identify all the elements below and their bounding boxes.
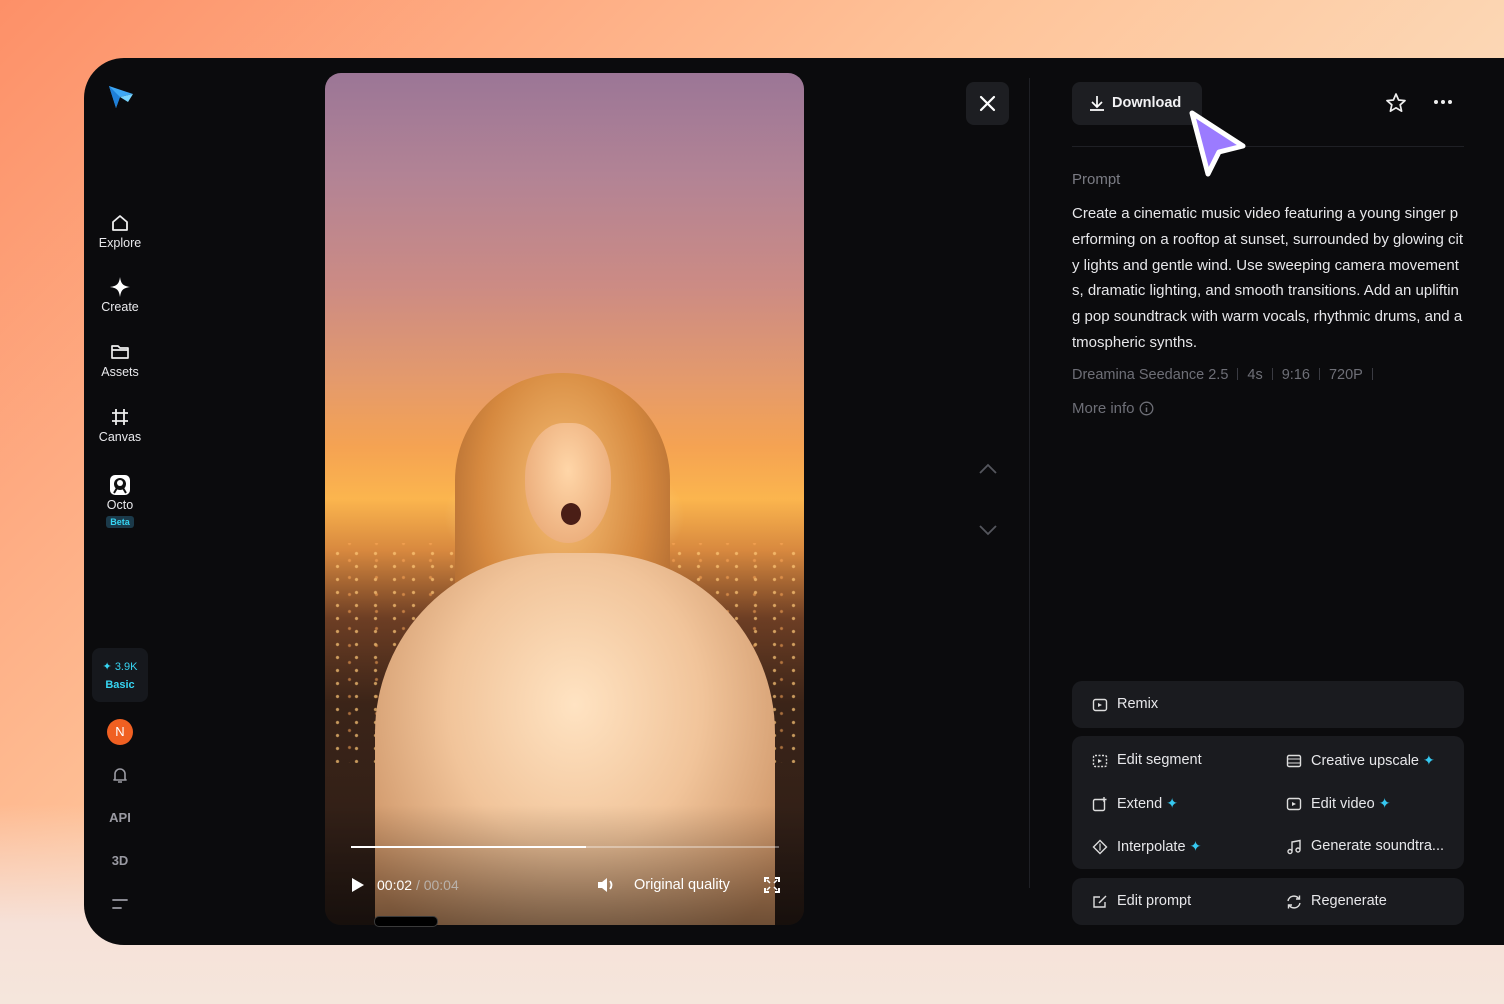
sidebar-item-label: Explore	[98, 236, 142, 250]
credits-badge[interactable]: ✦ 3.9K Basic	[92, 648, 148, 702]
premium-sparkle-icon: ✦	[1189, 838, 1202, 854]
bell-icon[interactable]	[110, 765, 130, 785]
video-controls: 00:02 / 00:04 Original quality	[325, 873, 804, 897]
avatar[interactable]: N	[107, 719, 133, 745]
next-chevron-down-icon[interactable]	[978, 524, 998, 536]
beta-badge: Beta	[106, 516, 134, 528]
sidebar-item-octo[interactable]: Octo Beta	[84, 474, 156, 530]
prompt-label: Prompt	[1072, 171, 1121, 188]
previous-chevron-up-icon[interactable]	[978, 463, 998, 475]
close-button[interactable]	[966, 82, 1009, 125]
star-icon[interactable]	[1385, 92, 1407, 114]
video-progress-bar[interactable]	[351, 846, 779, 848]
remix-label: Remix	[1117, 696, 1159, 712]
edit-prompt-label: Edit prompt	[1117, 893, 1192, 909]
header-divider	[1072, 146, 1464, 147]
sidebar-item-canvas[interactable]: Canvas	[84, 406, 156, 444]
generate-soundtrack-label: Generate soundtra...	[1311, 838, 1444, 854]
resolution: 720P	[1328, 367, 1363, 383]
edit-video-label: Edit video ✦	[1311, 795, 1391, 812]
sidebar-item-explore[interactable]: Explore	[84, 212, 156, 250]
panel-divider	[1029, 78, 1030, 888]
duration: 4s	[1247, 367, 1263, 383]
extend-icon	[1092, 797, 1107, 812]
details-panel: Download Prompt Create a cinematic music…	[1072, 58, 1464, 945]
model-name: Dreamina Seedance 2.5	[1072, 367, 1229, 383]
interpolate-label: Interpolate ✦	[1117, 838, 1202, 855]
edit-video-icon	[1286, 797, 1302, 811]
plan-label: Basic	[105, 679, 135, 691]
premium-sparkle-icon: ✦	[1166, 795, 1178, 811]
edit-segment-icon	[1092, 754, 1108, 768]
video-frame-face	[525, 423, 611, 543]
info-icon	[1139, 401, 1153, 416]
extend-label: Extend ✦	[1117, 795, 1178, 812]
canvas-grid-icon	[112, 409, 128, 425]
sidebar-item-create[interactable]: Create	[84, 276, 156, 314]
download-icon	[1090, 96, 1104, 111]
premium-sparkle-icon: ✦	[1423, 752, 1435, 768]
video-frame-mouth	[561, 503, 581, 525]
video-controls-shade	[325, 805, 804, 925]
credits-amount: ✦ 3.9K	[102, 661, 138, 673]
home-icon	[112, 215, 128, 231]
video-progress-fill	[351, 846, 587, 848]
sidebar: Explore Create Assets Canvas Octo Beta ✦…	[84, 58, 156, 945]
upscale-hd-icon	[1286, 754, 1302, 768]
prompt-text: Create a cinematic music video featuring…	[1072, 205, 1464, 351]
remix-card: Remix	[1072, 681, 1464, 728]
sidebar-item-label: Assets	[101, 365, 139, 379]
sidebar-item-label: Canvas	[98, 430, 142, 444]
sidebar-item-label: Octo	[106, 498, 134, 512]
video-player[interactable]: 00:02 / 00:04 Original quality	[325, 73, 804, 925]
play-icon[interactable]	[351, 878, 365, 892]
folder-icon	[111, 345, 129, 359]
premium-sparkle-icon: ✦	[1378, 795, 1391, 811]
more-info-label: More info	[1072, 400, 1135, 417]
generation-meta: Dreamina Seedance 2.5 4s 9:16 720P	[1072, 367, 1382, 383]
3d-button[interactable]: 3D	[84, 853, 156, 868]
app-logo-icon[interactable]	[106, 80, 136, 110]
download-label: Download	[1112, 95, 1182, 111]
music-note-icon	[1287, 839, 1301, 855]
fullscreen-icon[interactable]	[764, 877, 780, 893]
more-info-link[interactable]: More info	[1072, 400, 1154, 417]
edit-segment-label: Edit segment	[1117, 752, 1202, 768]
menu-icon[interactable]	[111, 896, 129, 912]
octo-icon	[110, 475, 130, 495]
sidebar-item-assets[interactable]: Assets	[84, 341, 156, 379]
prompt-actions-card: Edit prompt Regenerate	[1072, 878, 1464, 925]
edit-tools-card: Edit segment Creative upscale ✦ Extend ✦…	[1072, 736, 1464, 869]
app-window: Explore Create Assets Canvas Octo Beta ✦…	[84, 58, 1504, 945]
quality-selector[interactable]: Original quality	[634, 877, 730, 893]
more-options-icon[interactable]	[1433, 98, 1453, 106]
creative-upscale-label: Creative upscale ✦	[1311, 752, 1435, 769]
api-button[interactable]: API	[84, 810, 156, 825]
aspect-ratio: 9:16	[1281, 367, 1310, 383]
regenerate-icon	[1287, 895, 1301, 909]
current-time: 00:02	[377, 877, 413, 893]
volume-icon[interactable]	[597, 876, 617, 894]
scroll-handle[interactable]	[374, 916, 438, 927]
edit-prompt-icon	[1093, 895, 1107, 908]
close-icon	[979, 95, 996, 112]
sparkle-icon	[110, 277, 130, 297]
sidebar-item-label: Create	[101, 300, 139, 314]
regenerate-label: Regenerate	[1311, 893, 1387, 909]
remix-icon	[1092, 698, 1108, 712]
video-time: 00:02 / 00:04	[377, 877, 459, 893]
total-time: / 00:04	[415, 877, 459, 893]
download-button[interactable]: Download	[1072, 82, 1202, 125]
interpolate-icon	[1092, 839, 1108, 855]
mouse-pointer-icon	[1189, 110, 1246, 177]
